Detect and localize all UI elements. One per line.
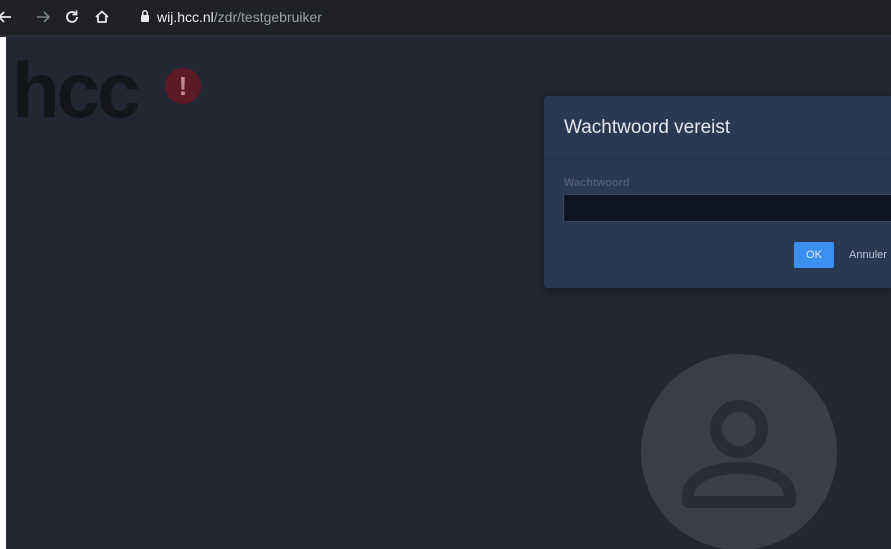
forward-arrow-icon[interactable] xyxy=(34,7,54,27)
password-label: Wachtwoord xyxy=(564,177,630,189)
cancel-button[interactable]: Annuler xyxy=(849,248,887,262)
password-input[interactable] xyxy=(563,194,891,222)
back-arrow-icon[interactable] xyxy=(0,7,14,27)
hcc-logo: hcc xyxy=(12,46,140,134)
dialog-title: Wachtwoord vereist xyxy=(564,117,731,138)
ok-button[interactable]: OK xyxy=(794,242,834,268)
lock-icon xyxy=(140,9,150,23)
url-host: wij.hcc.nl xyxy=(157,9,214,25)
dialog-divider xyxy=(544,158,891,159)
reload-icon[interactable] xyxy=(62,7,82,27)
url-path: /zdr/testgebruiker xyxy=(213,9,322,25)
user-avatar-icon xyxy=(641,354,837,549)
logo-exclamation-badge: ! xyxy=(165,68,201,104)
browser-toolbar: wij.hcc.nl/zdr/testgebruiker xyxy=(0,0,891,35)
url-text[interactable]: wij.hcc.nl/zdr/testgebruiker xyxy=(157,9,322,25)
browser-window: wij.hcc.nl/zdr/testgebruiker hcc ! Wacht… xyxy=(0,0,891,549)
home-icon[interactable] xyxy=(92,7,112,27)
password-dialog: Wachtwoord vereist Wachtwoord OK Annuler xyxy=(544,96,891,288)
